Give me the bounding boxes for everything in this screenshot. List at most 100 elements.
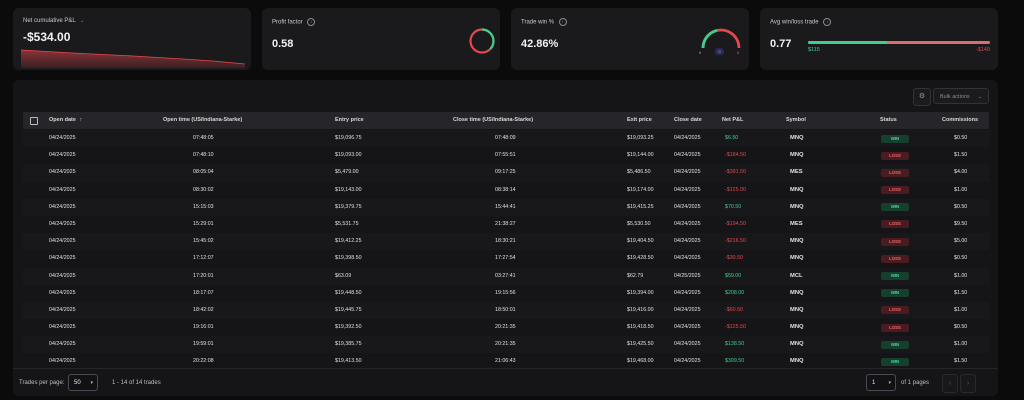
status-badge: WIN (881, 134, 909, 143)
cell-open-date: 04/24/2025 (49, 169, 76, 176)
status-badge: WIN (881, 289, 909, 298)
avg-win-amount: $115 (808, 47, 820, 53)
cell-entry-price: $19,398.50 (335, 255, 362, 262)
cell-net-pnl: -$216.50 (725, 238, 746, 245)
pages-text: of 1 pages (901, 380, 930, 386)
cell-symbol: MNQ (790, 255, 804, 262)
cell-open-date: 04/24/2025 (49, 255, 76, 262)
cell-exit-price: $19,428.50 (627, 255, 654, 262)
th-entry-price[interactable]: Entry price (335, 112, 364, 129)
th-status[interactable]: Status (880, 112, 897, 129)
th-exit-price[interactable]: Exit price (627, 112, 652, 129)
card-label: Profit factor i (272, 18, 316, 26)
table-row[interactable]: 04/24/2025 07:48:05 $19,096.75 07:48:09 $19,… (23, 130, 989, 148)
table-row[interactable]: 04/24/2025 15:15:03 $19,379.75 15:44:41 $19,… (23, 198, 989, 216)
cell-commissions: $0.50 (954, 203, 968, 210)
pnl-area (21, 50, 245, 68)
settings-button[interactable]: ⚙ (913, 88, 931, 106)
th-net-pnl[interactable]: Net P&L (722, 112, 743, 129)
cell-open-date: 04/24/2025 (49, 203, 76, 210)
cell-exit-price: $19,394.00 (627, 289, 654, 296)
table-row[interactable]: 04/24/2025 17:12:07 $19,398.50 17:27:54 $19,… (23, 250, 989, 267)
cell-close-date: 04/25/2025 (674, 272, 701, 279)
prev-page-button[interactable]: ‹ (942, 374, 958, 393)
chevron-down-icon: ▾ (90, 380, 93, 386)
cell-open-date: 04/24/2025 (49, 306, 76, 313)
cell-close-date: 04/24/2025 (674, 306, 701, 313)
cell-close-date: 04/24/2025 (674, 186, 701, 193)
th-symbol[interactable]: Symbol (786, 112, 806, 129)
cell-exit-price: $19,416.00 (627, 306, 654, 313)
cell-symbol: MNQ (790, 135, 804, 141)
cell-exit-price: $5,486.50 (627, 169, 651, 176)
cell-open-date: 04/24/2025 (49, 238, 76, 245)
cell-commissions: $4.00 (954, 169, 968, 176)
cell-open-date: 04/24/2025 (49, 152, 76, 159)
cell-close-date: 04/24/2025 (674, 324, 701, 331)
info-icon[interactable]: i (558, 18, 567, 26)
th-close-date[interactable]: Close date (674, 112, 702, 129)
cell-entry-price: $19,412.25 (335, 238, 362, 245)
loss-count: 8 (737, 50, 740, 55)
pnl-sparkline (20, 49, 246, 68)
cell-open-time: 08:30:02 (193, 186, 214, 193)
cell-close-date: 04/24/2025 (674, 238, 701, 245)
trades-per-page-value: 50 (74, 380, 81, 386)
cell-commissions: $1.00 (954, 272, 968, 279)
cell-open-time: 17:12:07 (193, 255, 214, 262)
next-page-button[interactable]: › (960, 374, 976, 393)
cell-open-date: 04/24/2025 (49, 289, 76, 296)
cell-symbol: MNQ (790, 289, 804, 296)
cell-close-time: 09:17:25 (495, 169, 516, 176)
card-trade-win: Trade win % i 42.86% 6 0 8 (511, 8, 749, 70)
avg-win-loss-value: 0.77 (770, 38, 792, 50)
cell-entry-price: $19,143.00 (335, 186, 362, 193)
th-open-time[interactable]: Open time (US/Indiana-Starke) (163, 112, 242, 129)
trades-per-page-select[interactable]: 50 ▾ (68, 374, 98, 391)
bulk-actions-button[interactable]: Bulk actions ⌄ (933, 88, 989, 104)
cell-symbol: MES (790, 169, 803, 176)
cell-commissions: $1.50 (954, 152, 968, 159)
card-profit-factor: Profit factor i 0.58 (262, 8, 500, 70)
cell-net-pnl: $59.00 (725, 272, 742, 279)
arrow-up-icon: ↑ (79, 117, 83, 123)
table-row[interactable]: 04/24/2025 17:20:01 $63.09 03:27:41 $62.79 04… (23, 267, 989, 285)
cell-open-date: 04/24/2025 (49, 341, 76, 348)
card-avg-win-loss: Avg win/loss trade i 0.77 $115 -$149 (760, 8, 998, 70)
cell-close-date: 04/24/2025 (674, 203, 701, 210)
table-row[interactable]: 04/24/2025 08:30:02 $19,143.00 08:38:14 $19,… (23, 182, 989, 199)
table-row[interactable]: 04/24/2025 07:48:10 $19,093.00 07:55:51 $19,… (23, 147, 989, 164)
cell-symbol: MNQ (790, 152, 804, 159)
table-row[interactable]: 04/24/2025 18:42:02 $19,445.75 18:50:01 $19,… (23, 301, 989, 320)
table-header: Open date ↑ Open time (US/Indiana-Starke… (23, 112, 989, 129)
info-icon[interactable]: i (823, 18, 832, 26)
trades-panel: ⚙ Bulk actions ⌄ Open date ↑ Open time (… (13, 80, 998, 396)
page-select[interactable]: 1 ▾ (866, 374, 896, 391)
th-close-time[interactable]: Close time (US/Indiana-Starke) (453, 112, 533, 129)
table-row[interactable]: 04/24/2025 08:05:04 $5,479.00 09:17:25 $5,48… (23, 164, 989, 182)
table-row[interactable]: 04/24/2025 19:59:01 $19,385.75 20:21:35 $19,… (23, 336, 989, 354)
select-all-checkbox[interactable] (30, 117, 38, 125)
info-icon[interactable]: i (307, 18, 316, 26)
trades-table-body: 04/24/2025 07:48:05 $19,096.75 07:48:09 $19,… (23, 130, 989, 371)
cell-net-pnl: $6.50 (725, 135, 739, 141)
cell-open-time: 15:29:01 (193, 220, 214, 227)
cell-open-time: 08:05:04 (193, 169, 214, 176)
cell-commissions: $1.00 (954, 306, 968, 313)
table-row[interactable]: 04/24/2025 18:17:07 $19,448.50 19:15:56 $19,… (23, 285, 989, 302)
cell-symbol: MCL (790, 272, 803, 279)
th-commissions[interactable]: Commissions (942, 112, 978, 129)
table-row[interactable]: 04/24/2025 15:29:01 $5,531.75 21:38:27 $5,53… (23, 216, 989, 233)
table-row[interactable]: 04/24/2025 15:45:02 $19,412.25 18:30:21 $19,… (23, 233, 989, 251)
cell-exit-price: $5,530.50 (627, 220, 651, 227)
table-row[interactable]: 04/24/2025 19:16:01 $19,392.50 20:21:35 $19,… (23, 319, 989, 336)
status-badge: WIN (881, 340, 909, 349)
chevron-down-icon: ⌄ (977, 94, 982, 100)
th-open-date[interactable]: Open date ↑ (49, 112, 82, 129)
gear-icon: ⚙ (918, 93, 926, 100)
cell-exit-price: $62.79 (627, 272, 644, 279)
cell-net-pnl: -$30.50 (725, 255, 743, 262)
cell-entry-price: $19,448.50 (335, 289, 362, 296)
range-text: 1 - 14 of 14 trades (112, 380, 161, 386)
cell-close-time: 17:27:54 (495, 255, 516, 262)
